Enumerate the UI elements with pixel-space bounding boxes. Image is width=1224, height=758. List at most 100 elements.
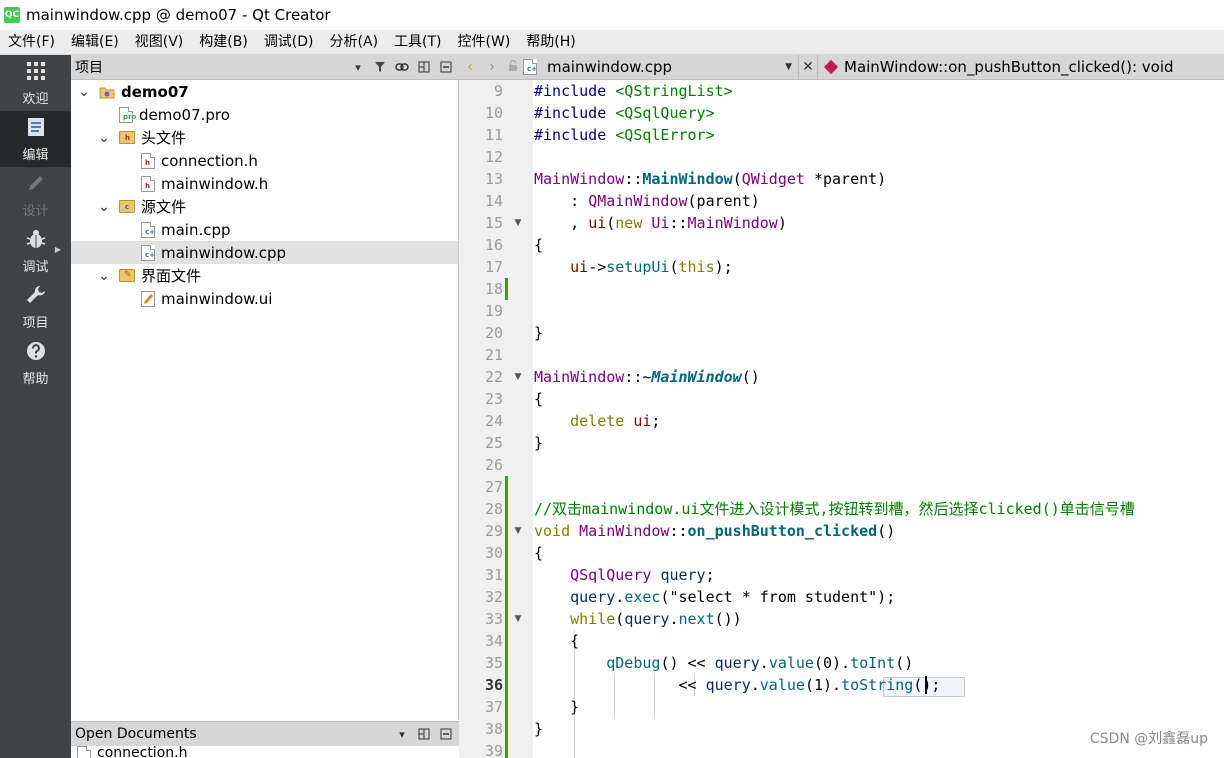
code-token: query xyxy=(714,654,760,672)
menu-item-4[interactable]: 调试(D) xyxy=(256,30,322,55)
code-token: delete xyxy=(570,412,625,430)
fold-marker-icon[interactable]: ▼ xyxy=(512,608,524,630)
mode-document[interactable]: 编辑 xyxy=(0,111,71,167)
code-line: MainWindow::~MainWindow() xyxy=(534,366,760,388)
menu-item-8[interactable]: 帮助(H) xyxy=(518,30,583,55)
line-number: 12 xyxy=(484,148,503,166)
code-token: ui xyxy=(588,214,607,232)
open-file-selector[interactable]: c+ mainwindow.cpp ▼ xyxy=(523,58,798,76)
menu-item-0[interactable]: 文件(F) xyxy=(0,30,63,55)
bug-icon xyxy=(25,228,47,256)
code-token: . xyxy=(669,610,679,628)
tree-item[interactable]: c+ main.cpp xyxy=(71,218,458,241)
cpp-file-icon: c+ xyxy=(141,244,155,261)
filter-icon[interactable] xyxy=(371,57,389,77)
mode-help[interactable]: 帮助 xyxy=(0,335,71,391)
fold-marker-icon[interactable]: ▼ xyxy=(512,212,524,234)
mode-grid[interactable]: 欢迎 xyxy=(0,55,71,111)
chevron-down-icon[interactable]: ⌄ xyxy=(97,269,111,283)
tree-item[interactable]: ⌄ h 头文件 xyxy=(71,126,458,149)
link-icon[interactable] xyxy=(393,57,411,77)
menu-item-3[interactable]: 构建(B) xyxy=(191,30,256,55)
code-token: ui xyxy=(633,412,652,430)
line-number: 28 xyxy=(484,500,503,518)
chevron-down-icon[interactable]: ⌄ xyxy=(97,131,111,145)
code-token: QMainWindow xyxy=(588,192,688,210)
modified-line-marker xyxy=(505,278,508,300)
code-token: { xyxy=(534,632,580,650)
tree-item[interactable]: mainwindow.ui xyxy=(71,287,458,310)
tree-item[interactable]: h mainwindow.h xyxy=(71,172,458,195)
split-icon[interactable] xyxy=(415,724,433,744)
fold-marker-icon[interactable]: ▼ xyxy=(512,366,524,388)
mode-bug[interactable]: 调试 ▶ xyxy=(0,223,71,279)
line-number: 14 xyxy=(484,192,503,210)
code-line: } xyxy=(534,432,543,454)
code-token: . xyxy=(759,654,769,672)
menu-item-6[interactable]: 工具(T) xyxy=(386,30,449,55)
code-token: query xyxy=(570,588,616,606)
chevron-down-icon[interactable]: ⌄ xyxy=(97,200,111,214)
code-token: next xyxy=(678,610,715,628)
folder-icon: h xyxy=(119,131,135,144)
code-line: } xyxy=(534,696,579,718)
code-token: this xyxy=(678,258,715,276)
line-number: 21 xyxy=(484,346,503,364)
tree-item[interactable]: h connection.h xyxy=(71,149,458,172)
editor-toolbar: ‹ › c+ mainwindow.cpp ▼ ✕ MainWindow::on… xyxy=(459,54,1224,80)
code-token: MainWindow xyxy=(687,214,778,232)
view-dropdown-icon[interactable]: ▾ xyxy=(349,57,367,77)
projects-panel-title: 项目 xyxy=(75,60,103,76)
tree-item[interactable]: c+ mainwindow.cpp xyxy=(71,241,458,264)
line-number: 36 xyxy=(484,676,503,694)
split-icon[interactable] xyxy=(415,57,433,77)
code-token: ) xyxy=(777,214,787,232)
code-token: :: xyxy=(669,522,688,540)
line-number: 11 xyxy=(484,126,503,144)
code-token: MainWindow xyxy=(579,522,670,540)
menu-item-7[interactable]: 控件(W) xyxy=(450,30,519,55)
close-document-icon[interactable]: ✕ xyxy=(798,54,818,80)
line-number: 37 xyxy=(484,698,503,716)
chevron-down-icon[interactable]: ⌄ xyxy=(77,85,91,99)
code-token: #include xyxy=(534,82,616,100)
wrench-icon xyxy=(25,284,47,312)
code-token: () xyxy=(877,522,896,540)
code-token: { xyxy=(534,544,544,562)
tree-item[interactable]: pro demo07.pro xyxy=(71,103,458,126)
line-number: 33 xyxy=(484,610,503,628)
tree-item[interactable]: ⌄ demo07 xyxy=(71,80,458,103)
code-line: delete ui; xyxy=(534,410,660,432)
open-documents-dropdown-icon[interactable]: ▾ xyxy=(393,724,411,744)
code-token: ui xyxy=(570,258,589,276)
close-pane-icon[interactable] xyxy=(437,724,455,744)
line-number: 16 xyxy=(484,236,503,254)
tree-item[interactable]: ⌄ c 源文件 xyxy=(71,195,458,218)
tree-item[interactable]: ⌄ ✎ 界面文件 xyxy=(71,264,458,287)
go-back-icon[interactable]: ‹ xyxy=(459,59,481,75)
pro-file-icon: pro xyxy=(119,106,136,123)
code-token: toInt xyxy=(850,654,896,672)
go-forward-icon[interactable]: › xyxy=(481,59,503,75)
menu-item-1[interactable]: 编辑(E) xyxy=(63,30,127,55)
code-token: { xyxy=(534,390,544,408)
open-document-item[interactable]: connection.h xyxy=(71,746,459,758)
watermark-text: CSDN @刘鑫磊up xyxy=(1089,731,1208,747)
fold-marker-icon[interactable]: ▼ xyxy=(512,520,524,542)
mode-label: 欢迎 xyxy=(22,91,49,107)
menu-item-5[interactable]: 分析(A) xyxy=(322,30,387,55)
code-token: } xyxy=(534,434,544,452)
code-editor[interactable]: #include <QStringList> #include <QSqlQuer… xyxy=(533,80,1224,758)
symbol-selector[interactable]: MainWindow::on_pushButton_clicked(): voi… xyxy=(818,58,1224,76)
mode-sidebar: 欢迎 编辑 设计 调试 ▶ 项目 帮助 xyxy=(0,55,71,758)
code-token: ()) xyxy=(714,610,742,628)
close-pane-icon[interactable] xyxy=(437,57,455,77)
code-token: <QSqlQuery> xyxy=(615,104,715,122)
menu-item-2[interactable]: 视图(V) xyxy=(127,30,192,55)
code-token: MainWindow xyxy=(642,170,733,188)
project-icon xyxy=(99,85,115,99)
line-number: 26 xyxy=(484,456,503,474)
help-icon xyxy=(25,340,47,368)
mode-wrench[interactable]: 项目 xyxy=(0,279,71,335)
